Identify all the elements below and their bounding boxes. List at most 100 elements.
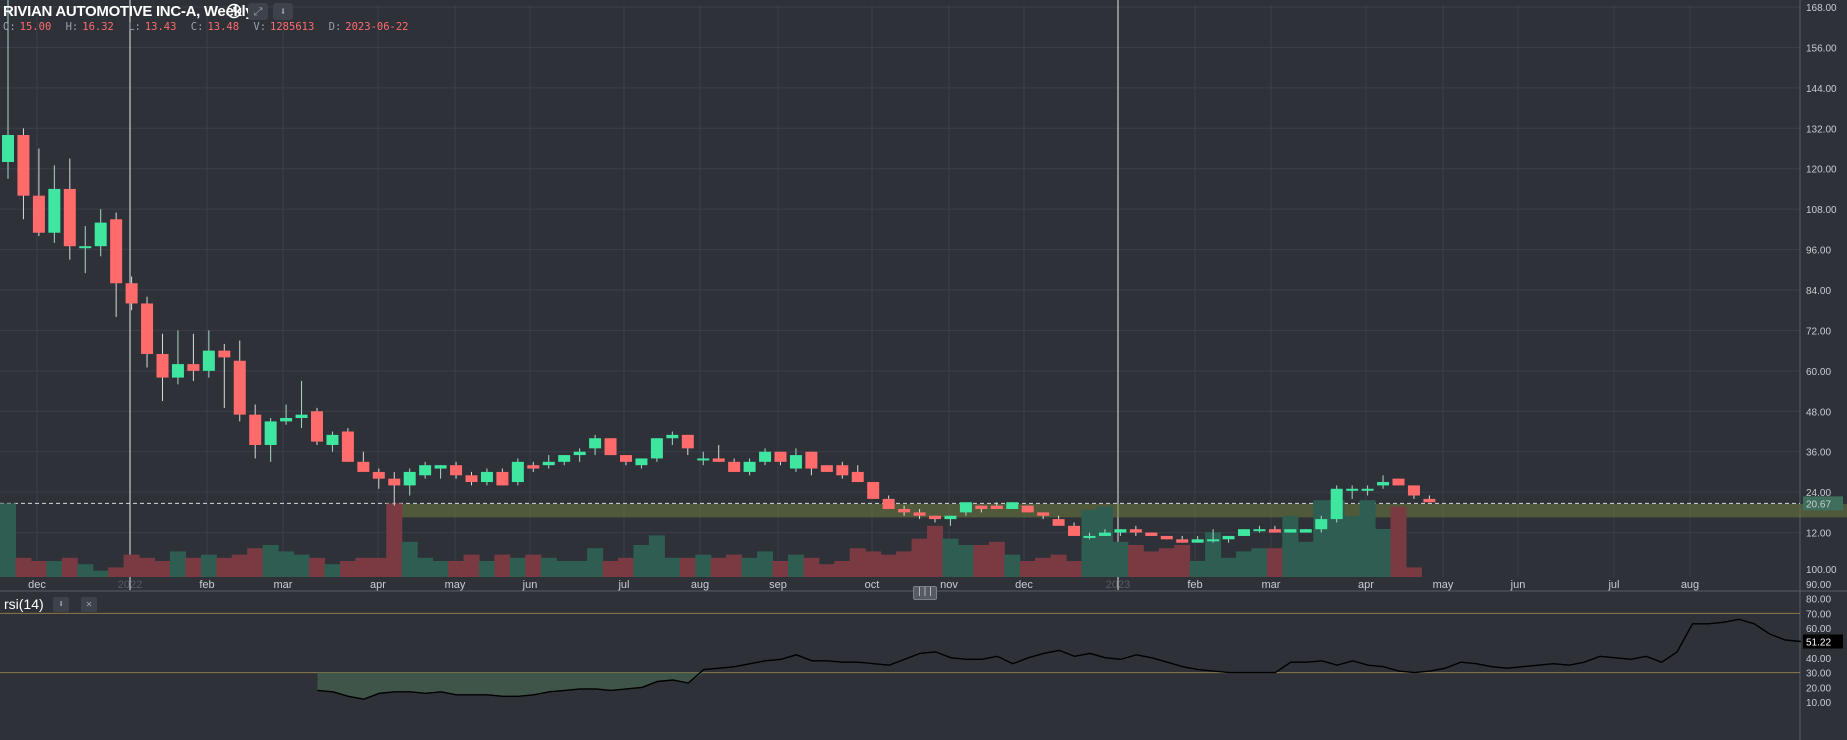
price-tag: 20.67 [1806,499,1831,510]
volume-bar [1266,548,1283,577]
clock-icon[interactable] [226,3,242,19]
candle [465,475,478,483]
volume-bar [169,551,186,577]
volume-bar [108,567,125,577]
volume-bar [911,538,928,577]
candle [913,512,926,516]
candle [867,482,880,499]
candle [434,465,447,469]
candle [1222,535,1235,540]
volume-bar [386,503,403,577]
volume-bar [1158,548,1175,577]
volume-bar [1390,506,1407,577]
x-tick-label: jun [1510,579,1526,591]
volume-bar [123,554,140,577]
candle [1346,488,1359,491]
candle [1114,529,1127,533]
volume-bar [679,557,696,577]
volume-bar [1236,551,1252,577]
x-tick-label: dec [1015,579,1033,591]
volume-bar [633,545,650,577]
rsi-tick-label: 90.00 [1806,580,1831,591]
low-label: L: [128,21,141,33]
candle [743,461,756,472]
volume-bar [1035,557,1052,577]
candle [419,465,432,476]
open-value: 15.00 [19,21,52,33]
volume-bar [1313,500,1330,577]
date-value: 2023-06-22 [345,21,409,33]
x-tick-label: feb [1187,579,1202,591]
volume-bar [1220,557,1237,577]
panel-resize-handle[interactable]: ||| [913,586,937,600]
volume-bar [1174,545,1191,577]
y-tick-label: 36.00 [1806,448,1831,459]
chart-area[interactable]: 168.00 156.00 144.00 132.00 120.00 108.00 96.0… [0,0,1847,740]
candle [589,438,602,449]
open-label: O: [3,21,16,33]
candle [341,431,354,462]
candle [1361,488,1374,491]
y-tick-label: 120.00 [1806,165,1837,176]
pin-icon[interactable]: ⬇ [53,597,69,612]
candle [573,451,586,456]
volume-bar [0,503,16,577]
pin-icon[interactable]: ⬇ [273,3,293,20]
candle [929,515,941,520]
y-tick-label: 48.00 [1806,407,1831,418]
y-tick-label: 12.00 [1806,529,1831,540]
rsi-tick-label: 60.00 [1806,624,1831,635]
volume-bar [77,564,94,577]
y-tick-label: 84.00 [1806,286,1831,297]
candle [1207,539,1220,542]
volume-bar [849,548,866,577]
chart-title: RIVIAN AUTOMOTIVE INC-A, Weekly [3,3,254,20]
volume-bar [1081,509,1098,577]
volume-bar [432,561,449,577]
candle [496,471,509,486]
volume-bar [1143,551,1160,577]
volume-bar [525,554,542,577]
volume-bar [1050,554,1067,577]
volume-bar [896,551,913,577]
rsi-tick-label: 100.00 [1806,565,1837,576]
volume-bar [942,538,959,577]
volume-bar [494,554,511,577]
x-tick-label: jul [1607,579,1619,591]
volume-bar [803,557,820,577]
candle [125,283,138,304]
volume-bar [1297,541,1314,577]
candle [712,458,725,462]
y-tick-label: 108.00 [1806,205,1837,216]
volume-bar [293,554,310,577]
candle [898,508,911,513]
candle [94,222,107,247]
candle [1083,535,1096,538]
volume-bar [401,541,418,577]
x-tick-label: jun [522,579,538,591]
volume-bar [834,561,851,577]
candle [650,438,663,459]
rsi-tick-label: 10.00 [1806,698,1831,709]
volume-bar [154,561,171,577]
candle [249,414,262,445]
candle [527,465,540,469]
x-tick-label: aug [1681,579,1699,591]
candlestick-chart[interactable]: 168.00 156.00 144.00 132.00 120.00 108.00 96.0… [0,0,1847,740]
candle [681,434,694,449]
y-tick-label: 156.00 [1806,43,1837,54]
candle [882,498,895,509]
candle [280,418,293,422]
candle [1021,505,1034,513]
candle [1191,539,1204,543]
candle [1098,532,1111,536]
close-icon[interactable]: ✕ [81,597,97,612]
date-label: D: [328,21,342,33]
volume-bar [865,551,882,577]
candle [511,461,524,483]
candle [48,188,61,233]
candle [450,465,463,476]
volume-bar [231,554,248,577]
expand-icon[interactable]: ⤢ [248,3,268,20]
volume-bar [587,548,604,577]
